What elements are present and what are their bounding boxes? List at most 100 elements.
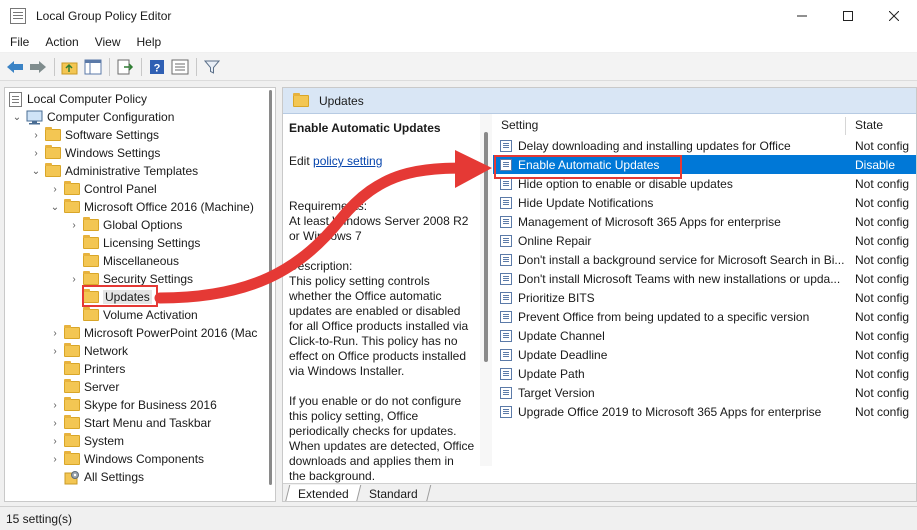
- maximize-button[interactable]: [825, 0, 871, 32]
- column-header-state[interactable]: State: [855, 114, 883, 136]
- tree-item-all-settings[interactable]: All Settings: [64, 468, 144, 486]
- chevron-down-icon[interactable]: ⌄: [49, 201, 61, 213]
- tree-item-licensing-settings[interactable]: Licensing Settings: [83, 234, 200, 252]
- tree-item-printers[interactable]: Printers: [64, 360, 125, 378]
- tree-item-server[interactable]: Server: [64, 378, 119, 396]
- menu-view[interactable]: View: [87, 35, 129, 49]
- setting-row[interactable]: Don't install Microsoft Teams with new i…: [493, 269, 916, 288]
- chevron-right-icon[interactable]: ›: [68, 273, 80, 285]
- policy-setting-link[interactable]: policy setting: [313, 154, 382, 168]
- chevron-down-icon[interactable]: ⌄: [11, 111, 23, 123]
- setting-row[interactable]: Delay downloading and installing updates…: [493, 136, 916, 155]
- tree-label: Start Menu and Taskbar: [84, 416, 212, 430]
- setting-name: Delay downloading and installing updates…: [518, 138, 791, 153]
- tree-item-security-settings[interactable]: › Security Settings: [68, 270, 193, 288]
- policy-setting-icon: [500, 310, 512, 323]
- status-bar: 15 setting(s): [0, 506, 917, 530]
- chevron-down-icon[interactable]: ⌄: [30, 165, 42, 177]
- tab-label: Extended: [298, 486, 349, 501]
- properties-button[interactable]: [169, 56, 191, 78]
- tree-item-system[interactable]: › System: [49, 432, 124, 450]
- forward-button[interactable]: [27, 56, 49, 78]
- export-list-button[interactable]: [114, 56, 136, 78]
- setting-row[interactable]: Hide Update Notifications Not config: [493, 193, 916, 212]
- menu-help[interactable]: Help: [129, 35, 170, 49]
- setting-row[interactable]: Upgrade Office 2019 to Microsoft 365 App…: [493, 402, 916, 421]
- tree-scrollbar-thumb[interactable]: [269, 90, 272, 485]
- chevron-right-icon[interactable]: ›: [49, 453, 61, 465]
- chevron-right-icon[interactable]: ›: [49, 327, 61, 339]
- setting-row[interactable]: Enable Automatic Updates Disable: [493, 155, 916, 174]
- filter-button[interactable]: [201, 56, 223, 78]
- chevron-right-icon[interactable]: ›: [49, 345, 61, 357]
- tree-scrollbar[interactable]: [265, 88, 275, 501]
- tree-label: Microsoft PowerPoint 2016 (Mac: [84, 326, 258, 340]
- folder-up-icon: [61, 62, 78, 74]
- show-hide-tree-button[interactable]: [82, 56, 104, 78]
- folder-icon: [64, 397, 80, 411]
- toolbar-separator: [196, 57, 197, 76]
- chevron-right-icon[interactable]: ›: [30, 147, 42, 159]
- setting-state: Not config: [855, 347, 910, 362]
- tree-item-local-computer-policy[interactable]: Local Computer Policy: [9, 90, 147, 108]
- setting-row[interactable]: Online Repair Not config: [493, 231, 916, 250]
- close-button[interactable]: [871, 0, 917, 32]
- description-scrollbar[interactable]: [480, 114, 492, 466]
- chevron-right-icon[interactable]: ›: [49, 435, 61, 447]
- setting-row[interactable]: Prioritize BITS Not config: [493, 288, 916, 307]
- setting-name: Don't install a background service for M…: [518, 252, 845, 267]
- setting-row[interactable]: Management of Microsoft 365 Apps for ent…: [493, 212, 916, 231]
- tree-item-office-2016-machine[interactable]: ⌄ Microsoft Office 2016 (Machine): [49, 198, 254, 216]
- column-divider[interactable]: [845, 117, 846, 135]
- tree-item-windows-components[interactable]: › Windows Components: [49, 450, 204, 468]
- chevron-right-icon[interactable]: ›: [49, 183, 61, 195]
- column-header-setting[interactable]: Setting: [501, 114, 538, 136]
- back-arrow-icon: [7, 60, 23, 73]
- tree-item-control-panel[interactable]: › Control Panel: [49, 180, 157, 198]
- minimize-button[interactable]: [779, 0, 825, 32]
- setting-row[interactable]: Update Deadline Not config: [493, 345, 916, 364]
- tree-item-updates[interactable]: Updates: [83, 288, 152, 306]
- folder-icon: [64, 451, 80, 465]
- tab-extended[interactable]: Extended: [284, 485, 362, 501]
- tree-item-volume-activation[interactable]: Volume Activation: [83, 306, 198, 324]
- up-one-level-button[interactable]: [59, 56, 81, 78]
- view-tabs: Extended Standard: [283, 483, 916, 501]
- edit-prefix: Edit: [289, 154, 310, 168]
- policy-setting-icon: [500, 253, 512, 266]
- chevron-right-icon[interactable]: ›: [68, 219, 80, 231]
- tree-item-miscellaneous[interactable]: Miscellaneous: [83, 252, 179, 270]
- chevron-right-icon[interactable]: ›: [49, 399, 61, 411]
- toolbar: ?: [0, 53, 917, 81]
- setting-row[interactable]: Update Path Not config: [493, 364, 916, 383]
- setting-row[interactable]: Hide option to enable or disable updates…: [493, 174, 916, 193]
- tree-item-computer-configuration[interactable]: ⌄ Computer Configuration: [11, 108, 174, 126]
- setting-row[interactable]: Prevent Office from being updated to a s…: [493, 307, 916, 326]
- folder-icon: [64, 325, 80, 339]
- tree-label: Server: [84, 380, 120, 394]
- description-label: Description:: [289, 259, 353, 273]
- setting-row[interactable]: Target Version Not config: [493, 383, 916, 402]
- tree-item-powerpoint-2016[interactable]: › Microsoft PowerPoint 2016 (Mac: [49, 324, 257, 342]
- setting-row[interactable]: Update Channel Not config: [493, 326, 916, 345]
- console-tree: Local Computer Policy ⌄ Computer Configu…: [4, 87, 276, 502]
- tab-label: Standard: [368, 486, 418, 501]
- chevron-right-icon[interactable]: ›: [30, 129, 42, 141]
- chevron-right-icon[interactable]: ›: [49, 417, 61, 429]
- help-button[interactable]: ?: [146, 56, 168, 78]
- folder-icon: [64, 379, 80, 393]
- tree-item-global-options[interactable]: › Global Options: [68, 216, 182, 234]
- menu-file[interactable]: File: [0, 35, 37, 49]
- description-scrollbar-thumb[interactable]: [484, 132, 488, 362]
- setting-name: Upgrade Office 2019 to Microsoft 365 App…: [518, 404, 822, 419]
- tree-item-start-menu-taskbar[interactable]: › Start Menu and Taskbar: [49, 414, 211, 432]
- tree-item-skype-for-business[interactable]: › Skype for Business 2016: [49, 396, 217, 414]
- setting-row[interactable]: Don't install a background service for M…: [493, 250, 916, 269]
- back-button[interactable]: [4, 56, 26, 78]
- tree-item-network[interactable]: › Network: [49, 342, 128, 360]
- menu-action[interactable]: Action: [37, 35, 86, 49]
- tree-item-software-settings[interactable]: › Software Settings: [30, 126, 159, 144]
- tree-item-windows-settings[interactable]: › Windows Settings: [30, 144, 160, 162]
- tree-item-administrative-templates[interactable]: ⌄ Administrative Templates: [30, 162, 198, 180]
- tab-standard[interactable]: Standard: [355, 485, 431, 501]
